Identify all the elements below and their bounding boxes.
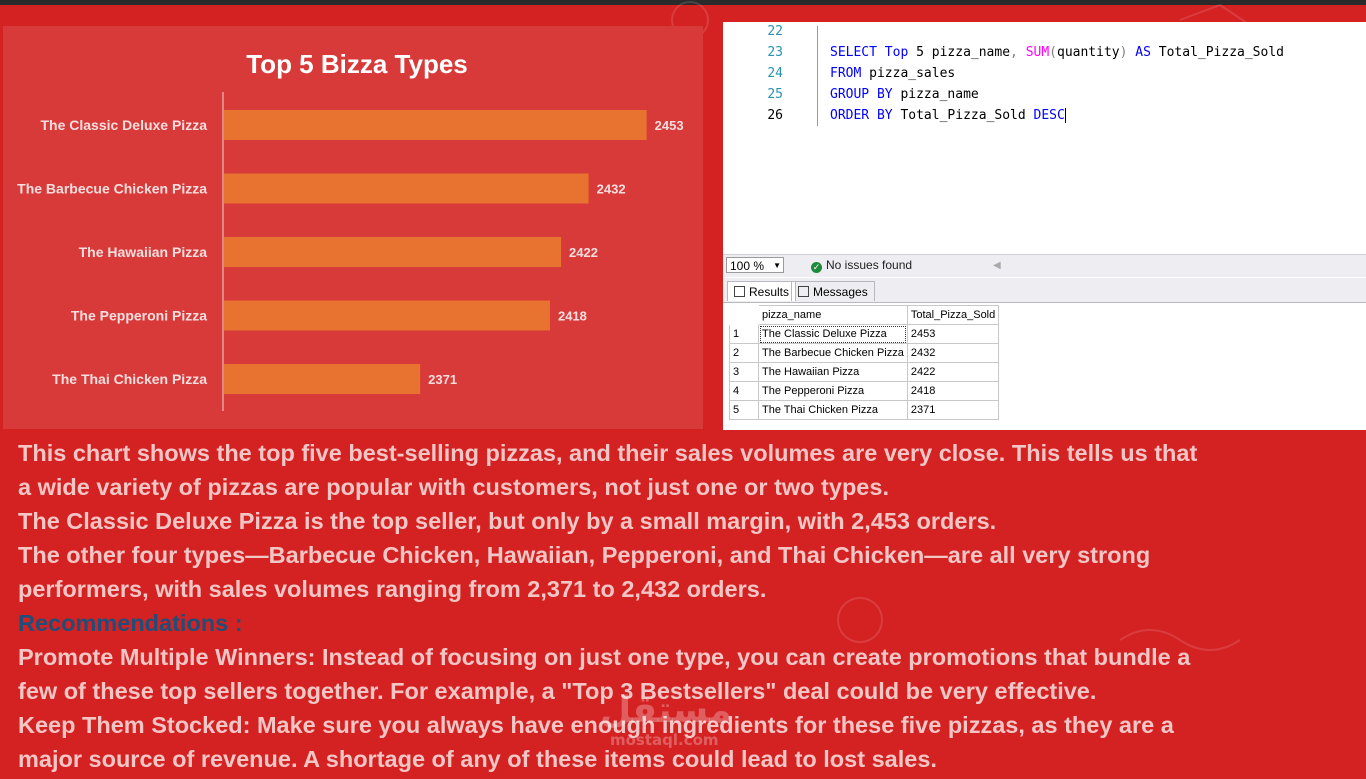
zoom-select[interactable]: 100 % ▼ <box>726 257 784 273</box>
cell-pizza-name[interactable]: The Thai Chicken Pizza <box>758 400 908 420</box>
code-token: , <box>1010 45 1026 60</box>
chart-panel: Top 5 Bizza Types The Classic Deluxe Pizz… <box>3 26 703 429</box>
code-token: ) <box>1119 45 1136 60</box>
code-token: DESC <box>1033 108 1065 123</box>
code-line[interactable]: SELECT Top 5 pizza_name, SUM(quantity) A… <box>830 45 1284 60</box>
sql-editor-window: 22 23 24 25 26 SELECT Top 5 pizza_name, SUM(… <box>723 22 1366 430</box>
bar <box>224 110 647 140</box>
code-token: SELECT <box>830 45 885 60</box>
bar <box>224 237 562 267</box>
issues-indicator: ✓ No issues found <box>811 258 912 273</box>
scroll-left-icon[interactable]: ◀ <box>993 260 1001 271</box>
line-number: 25 <box>767 87 783 102</box>
code-token: Top <box>884 45 917 60</box>
analysis-line: performers, with sales volumes ranging f… <box>18 576 767 602</box>
cell-pizza-name[interactable]: The Hawaiian Pizza <box>758 362 908 382</box>
top-window-bar <box>0 0 1366 5</box>
results-grid: pizza_name Total_Pizza_Sold 1 The Classi… <box>729 305 1000 420</box>
category-label: The Thai Chicken Pizza <box>52 371 207 387</box>
code-token: 5 pizza_name <box>916 45 1011 60</box>
code-token: pizza_name <box>900 87 979 102</box>
text-cursor <box>1064 108 1066 123</box>
table-row[interactable]: 5 The Thai Chicken Pizza 2371 <box>729 400 1000 420</box>
code-token: ( <box>1049 45 1057 60</box>
row-number: 5 <box>729 400 759 420</box>
recommendations-heading: Recommendations : <box>18 610 243 636</box>
results-header-row: pizza_name Total_Pizza_Sold <box>729 305 1000 325</box>
zoom-value: 100 % <box>730 259 765 273</box>
code-line[interactable]: GROUP BY pizza_name <box>830 87 979 102</box>
editor-status-strip: 100 % ▼ ✓ No issues found ◀ <box>723 254 1366 277</box>
row-number: 1 <box>729 324 759 344</box>
analysis-line: The Classic Deluxe Pizza is the top sell… <box>18 508 997 534</box>
code-line[interactable]: ORDER BY Total_Pizza_Sold DESC <box>830 108 1066 123</box>
grid-icon <box>734 286 745 297</box>
bar <box>224 173 589 204</box>
chart-title: Top 5 Bizza Types <box>246 49 468 79</box>
line-number: 26 <box>767 108 783 123</box>
line-number: 23 <box>767 45 783 60</box>
line-number: 24 <box>767 66 783 81</box>
table-row[interactable]: 1 The Classic Deluxe Pizza 2453 <box>729 324 1000 344</box>
code-token: Total_Pizza_Sold <box>1158 45 1284 60</box>
column-header-total-pizza-sold[interactable]: Total_Pizza_Sold <box>906 305 1000 325</box>
analysis-line: The other four types—Barbecue Chicken, H… <box>18 542 1151 568</box>
line-number: 22 <box>767 24 783 39</box>
cell-pizza-name[interactable]: The Classic Deluxe Pizza <box>758 324 908 344</box>
bar <box>224 364 421 394</box>
category-label: The Hawaiian Pizza <box>79 244 208 260</box>
code-outline-bar <box>817 26 818 126</box>
code-token: FROM <box>830 66 870 81</box>
category-label: The Barbecue Chicken Pizza <box>17 181 207 197</box>
results-tab-strip: Results Messages <box>723 278 1366 303</box>
code-token: AS <box>1135 45 1159 60</box>
code-token: pizza_sales <box>869 66 956 81</box>
row-number: 4 <box>729 381 759 401</box>
cell-pizza-name[interactable]: The Barbecue Chicken Pizza <box>758 343 908 363</box>
data-label: 2432 <box>597 182 626 197</box>
data-label: 2422 <box>569 245 598 260</box>
code-token: Total_Pizza_Sold <box>900 108 1034 123</box>
tab-messages-label: Messages <box>813 285 868 299</box>
check-circle-icon: ✓ <box>811 262 822 273</box>
row-number-header <box>729 305 759 325</box>
code-token: ORDER BY <box>830 108 901 123</box>
bar <box>224 300 550 331</box>
row-number: 3 <box>729 362 759 382</box>
analysis-line: This chart shows the top five best-selli… <box>18 440 1198 466</box>
chevron-down-icon: ▼ <box>773 261 781 270</box>
tab-results[interactable]: Results <box>727 281 797 301</box>
watermark-domain: mostaql.com <box>610 731 719 749</box>
code-line[interactable]: FROM pizza_sales <box>830 66 955 81</box>
table-row[interactable]: 4 The Pepperoni Pizza 2418 <box>729 381 1000 401</box>
cell-total[interactable]: 2418 <box>906 381 1000 401</box>
issues-text: No issues found <box>826 258 913 272</box>
data-label: 2371 <box>428 372 457 387</box>
data-label: 2418 <box>558 309 587 324</box>
cell-total[interactable]: 2453 <box>906 324 1000 344</box>
code-token: quantity <box>1057 45 1120 60</box>
code-token: GROUP BY <box>830 87 901 102</box>
category-label: The Pepperoni Pizza <box>71 308 207 324</box>
cell-total[interactable]: 2371 <box>906 400 1000 420</box>
cell-total[interactable]: 2432 <box>906 343 1000 363</box>
tab-results-label: Results <box>749 285 790 299</box>
cell-total[interactable]: 2422 <box>906 362 1000 382</box>
analysis-line: a wide variety of pizzas are popular wit… <box>18 474 889 500</box>
bar-chart: Top 5 Bizza Types The Classic Deluxe Pizz… <box>17 49 684 411</box>
category-label: The Classic Deluxe Pizza <box>40 117 207 133</box>
document-icon <box>798 286 809 297</box>
cell-pizza-name[interactable]: The Pepperoni Pizza <box>758 381 908 401</box>
query-editor[interactable]: 22 23 24 25 26 SELECT Top 5 pizza_name, SUM(… <box>723 22 1366 254</box>
table-row[interactable]: 2 The Barbecue Chicken Pizza 2432 <box>729 343 1000 363</box>
recommendation-line: Promote Multiple Winners: Instead of foc… <box>18 644 1191 670</box>
column-header-pizza-name[interactable]: pizza_name <box>758 305 908 325</box>
tab-messages[interactable]: Messages <box>791 281 875 301</box>
row-number: 2 <box>729 343 759 363</box>
code-token: SUM <box>1025 45 1050 60</box>
table-row[interactable]: 3 The Hawaiian Pizza 2422 <box>729 362 1000 382</box>
data-label: 2453 <box>655 118 684 133</box>
watermark-brand: مستقل <box>600 690 732 731</box>
watermark: مستقل mostaql.com <box>600 690 732 749</box>
